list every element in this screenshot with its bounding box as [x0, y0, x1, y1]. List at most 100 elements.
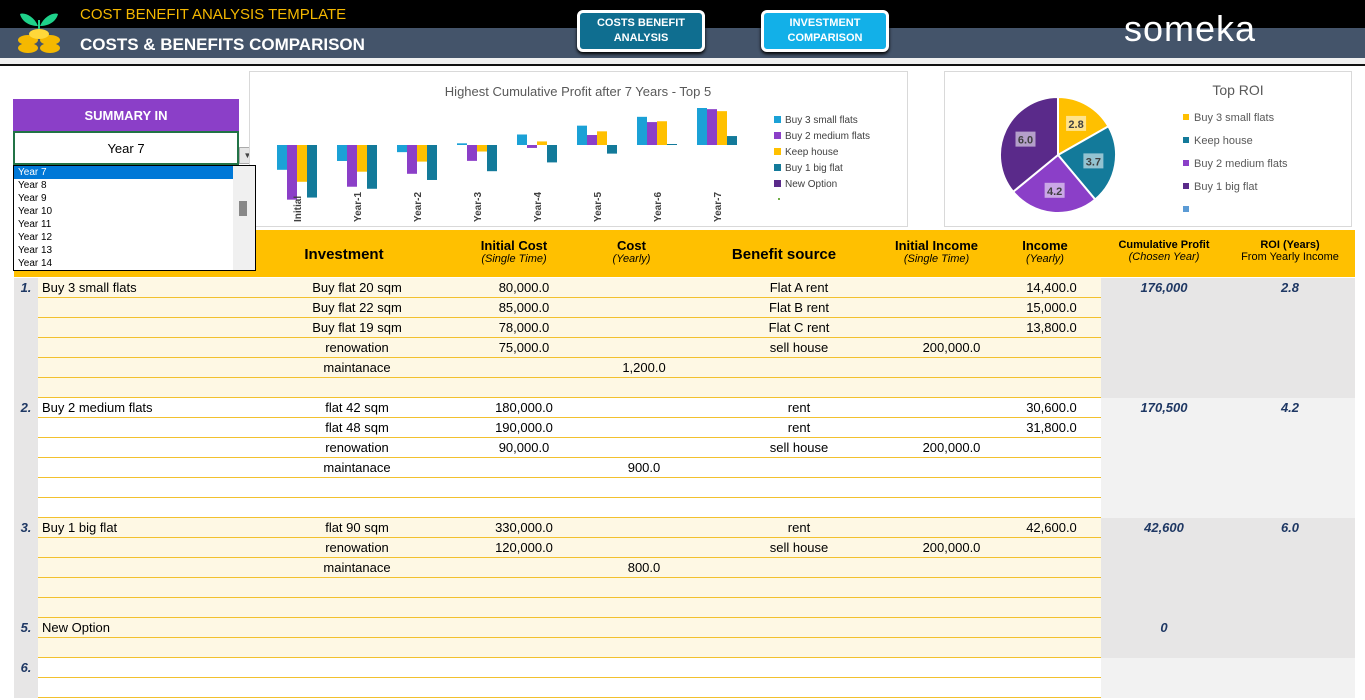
- initial-cost[interactable]: 120,000.0: [464, 540, 584, 555]
- initial-cost[interactable]: 180,000.0: [464, 400, 584, 415]
- investment-item[interactable]: Buy flat 22 sqm: [252, 300, 462, 315]
- initial-cost[interactable]: 85,000.0: [464, 300, 584, 315]
- header-label: Income: [1022, 238, 1068, 253]
- yearly-cost[interactable]: 800.0: [584, 560, 704, 575]
- investment-comparison-button[interactable]: INVESTMENT COMPARISON: [761, 10, 889, 52]
- investment-item[interactable]: flat 42 sqm: [252, 400, 462, 415]
- initial-income[interactable]: 200,000.0: [889, 540, 1014, 555]
- benefit-source[interactable]: rent: [729, 520, 869, 535]
- benefit-source[interactable]: Flat C rent: [729, 320, 869, 335]
- table-row: Buy flat 22 sqm 85,000.0 Flat B rent 15,000…: [14, 298, 1355, 318]
- investment-name[interactable]: Buy 2 medium flats: [42, 400, 153, 415]
- bar: [727, 136, 737, 145]
- bar: [347, 145, 357, 187]
- year-option[interactable]: Year 8: [14, 179, 234, 192]
- bar: [287, 145, 297, 200]
- investment-item[interactable]: maintanace: [252, 460, 462, 475]
- data-label: 4.2: [1047, 186, 1062, 198]
- bar: [427, 145, 437, 180]
- investment-item[interactable]: Buy flat 19 sqm: [252, 320, 462, 335]
- costs-benefit-analysis-button[interactable]: COSTS BENEFIT ANALYSIS: [577, 10, 705, 52]
- table-row: maintanace 800.0: [14, 558, 1355, 578]
- table-row: [14, 598, 1355, 618]
- roi-value: 6.0: [1280, 520, 1300, 535]
- row-number-cell: [14, 318, 38, 338]
- investment-item[interactable]: flat 48 sqm: [252, 420, 462, 435]
- initial-cost[interactable]: 75,000.0: [464, 340, 584, 355]
- year-option[interactable]: Year 14: [14, 257, 234, 270]
- benefit-source[interactable]: Flat A rent: [729, 280, 869, 295]
- yearly-income[interactable]: 13,800.0: [1004, 320, 1099, 335]
- bar: [417, 145, 427, 162]
- yearly-cost[interactable]: 1,200.0: [584, 360, 704, 375]
- legend-swatch: [1183, 160, 1189, 166]
- initial-income[interactable]: 200,000.0: [889, 440, 1014, 455]
- year-option[interactable]: Year 9: [14, 192, 234, 205]
- row-number-cell: [14, 358, 38, 378]
- investment-name[interactable]: Buy 3 small flats: [42, 280, 137, 295]
- initial-cost[interactable]: 80,000.0: [464, 280, 584, 295]
- benefit-source[interactable]: Flat B rent: [729, 300, 869, 315]
- initial-income[interactable]: 200,000.0: [889, 340, 1014, 355]
- benefit-source[interactable]: sell house: [729, 540, 869, 555]
- legend-label: Buy 1 big flat: [785, 163, 843, 174]
- legend-swatch: [778, 198, 780, 200]
- table-row: 1. Buy 3 small flats 176,000 2.8 Buy flat…: [14, 278, 1355, 298]
- header-sub: (Single Time): [481, 253, 547, 265]
- investment-name[interactable]: Buy 1 big flat: [42, 520, 117, 535]
- yearly-income[interactable]: 31,800.0: [1004, 420, 1099, 435]
- yearly-income[interactable]: 15,000.0: [1004, 300, 1099, 315]
- year-option[interactable]: Year 11: [14, 218, 234, 231]
- initial-cost[interactable]: 330,000.0: [464, 520, 584, 535]
- header-label: Initial Income: [894, 238, 979, 253]
- summary-cell: [1101, 338, 1355, 358]
- initial-cost[interactable]: 190,000.0: [464, 420, 584, 435]
- header-investment: Investment: [304, 246, 384, 263]
- benefit-source[interactable]: sell house: [729, 340, 869, 355]
- yearly-income[interactable]: 30,600.0: [1004, 400, 1099, 415]
- year-dropdown-list[interactable]: Year 7 Year 8 Year 9 Year 10 Year 11 Year 12 Y…: [13, 165, 256, 271]
- summary-cell: [1101, 418, 1355, 438]
- investment-item[interactable]: renowation: [252, 540, 462, 555]
- data-label: 3.7: [1086, 156, 1101, 168]
- table-row: 6.: [14, 658, 1355, 678]
- yearly-income[interactable]: 14,400.0: [1004, 280, 1099, 295]
- year-option[interactable]: Year 7: [14, 166, 234, 179]
- header-cost: Cost (Yearly): [584, 238, 679, 265]
- summary-cell: [1101, 358, 1355, 378]
- yearly-cost[interactable]: 900.0: [584, 460, 704, 475]
- initial-cost[interactable]: 90,000.0: [464, 440, 584, 455]
- bar: [477, 145, 487, 152]
- scrollbar-thumb[interactable]: [239, 201, 247, 216]
- investment-item[interactable]: flat 90 sqm: [252, 520, 462, 535]
- scrollbar[interactable]: [233, 166, 255, 270]
- summary-cell: [1101, 638, 1355, 658]
- benefit-source[interactable]: sell house: [729, 440, 869, 455]
- investment-item[interactable]: maintanace: [252, 560, 462, 575]
- row-number-cell: [14, 298, 38, 318]
- year-option[interactable]: Year 13: [14, 244, 234, 257]
- row-number-cell: [14, 578, 38, 598]
- investment-item[interactable]: maintanace: [252, 360, 462, 375]
- benefit-source[interactable]: rent: [729, 400, 869, 415]
- bar: [637, 116, 647, 145]
- app-title: COST BENEFIT ANALYSIS TEMPLATE: [80, 6, 347, 23]
- investment-item[interactable]: Buy flat 20 sqm: [252, 280, 462, 295]
- investment-item[interactable]: renowation: [252, 440, 462, 455]
- year-option[interactable]: Year 10: [14, 205, 234, 218]
- legend-label: Buy 1 big flat: [1194, 181, 1258, 193]
- header-roi: ROI (Years) From Yearly Income: [1230, 239, 1350, 263]
- investment-name[interactable]: New Option: [42, 620, 110, 635]
- header-sub: (Yearly): [612, 253, 651, 265]
- benefit-source[interactable]: rent: [729, 420, 869, 435]
- header-sub: (Single Time): [903, 253, 970, 265]
- year-select[interactable]: Year 7: [13, 131, 239, 165]
- bar-chart-svg: Highest Cumulative Profit after 7 Years …: [277, 84, 870, 222]
- yearly-income[interactable]: 42,600.0: [1004, 520, 1099, 535]
- year-option[interactable]: Year 12: [14, 231, 234, 244]
- initial-cost[interactable]: 78,000.0: [464, 320, 584, 335]
- profit-bar-chart: Highest Cumulative Profit after 7 Years …: [249, 71, 908, 227]
- table-row: maintanace 1,200.0: [14, 358, 1355, 378]
- row-number: 1.: [20, 280, 32, 295]
- investment-item[interactable]: renowation: [252, 340, 462, 355]
